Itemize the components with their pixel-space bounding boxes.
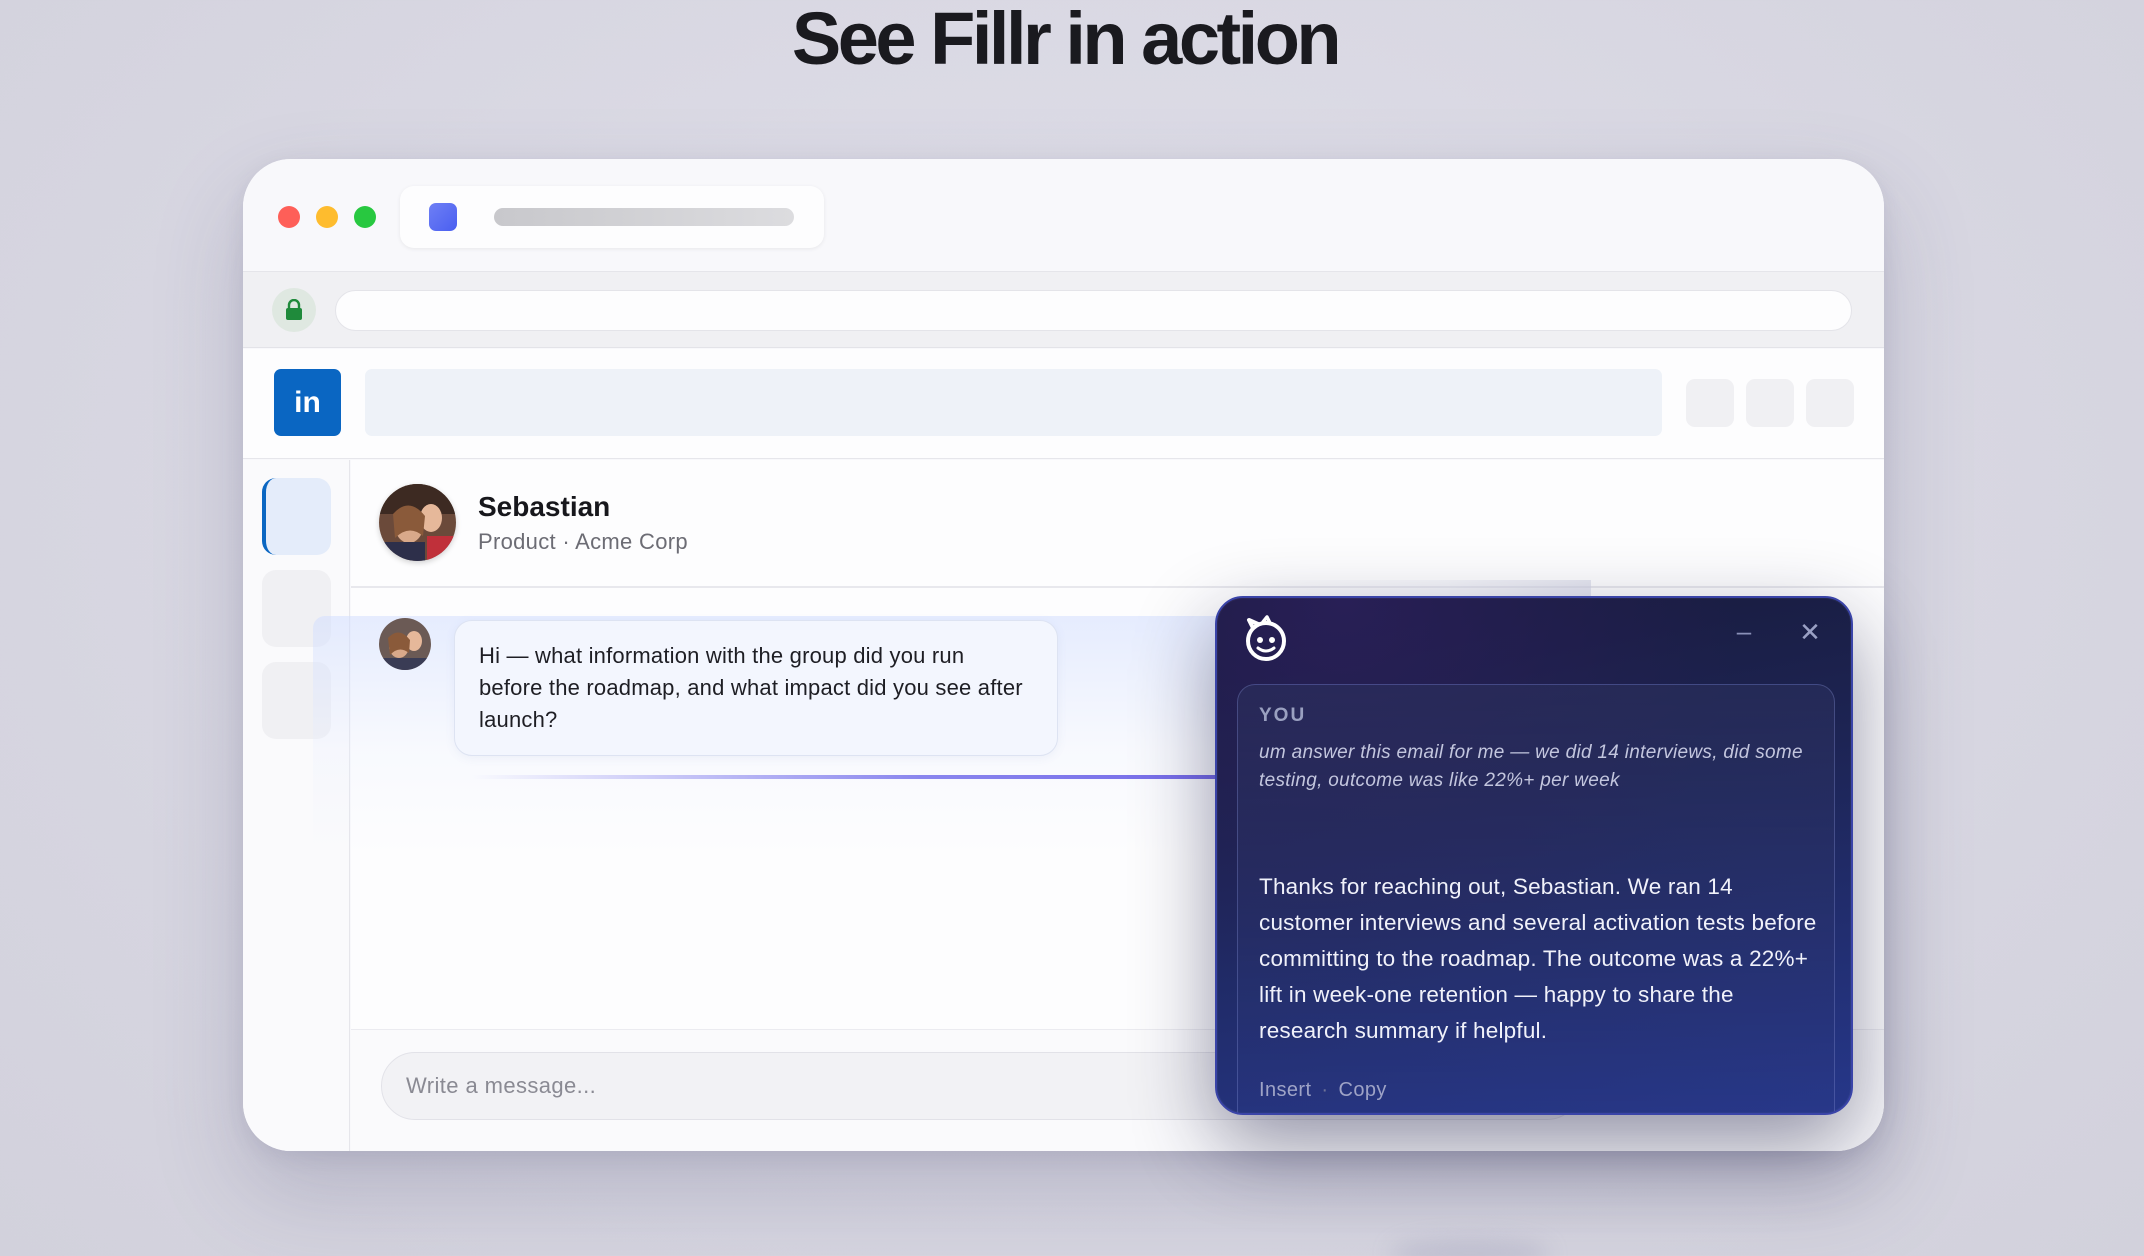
maximize-window-button[interactable]	[354, 206, 376, 228]
lock-icon	[272, 288, 316, 332]
page-headline: See Fillr in action	[791, 0, 1342, 80]
user-prompt: um answer this email for me — we did 14 …	[1259, 742, 1803, 791]
minimize-window-button[interactable]	[316, 206, 338, 228]
response-actions: Insert · Copy	[1259, 1079, 1387, 1102]
header-action-button-3[interactable]	[1806, 379, 1854, 427]
fillr-logo-icon	[1241, 614, 1291, 664]
browser-titlebar	[243, 159, 1884, 271]
header-action-button-1[interactable]	[1686, 379, 1734, 427]
close-panel-button[interactable]: ✕	[1795, 618, 1825, 648]
floor-shadow	[1390, 1238, 1550, 1256]
header-action-button-2[interactable]	[1746, 379, 1794, 427]
insert-button[interactable]: Insert	[1259, 1079, 1311, 1101]
contact-header: Sebastian Product · Acme Corp	[351, 460, 1884, 588]
close-window-button[interactable]	[278, 206, 300, 228]
user-label: YOU	[1259, 705, 1307, 726]
app-search-bar[interactable]	[365, 369, 1662, 436]
assistant-response: Thanks for reaching out, Sebastian. We r…	[1259, 874, 1817, 1043]
fillr-assistant-panel: – ✕ YOU um answer this email for me — we…	[1215, 596, 1853, 1115]
contact-name: Sebastian	[478, 491, 611, 522]
rail-item-active[interactable]	[262, 478, 331, 555]
url-input[interactable]	[335, 290, 1852, 331]
assistant-card: YOU um answer this email for me — we did…	[1237, 684, 1835, 1113]
copy-button[interactable]: Copy	[1338, 1079, 1386, 1101]
browser-tab[interactable]	[400, 186, 824, 248]
app-square-icon	[429, 203, 457, 231]
address-bar-row	[243, 271, 1884, 348]
contact-avatar[interactable]	[379, 484, 456, 561]
incoming-message: Hi — what information with the group did…	[454, 620, 1058, 756]
contact-subtitle: Product · Acme Corp	[478, 529, 688, 554]
minimize-panel-button[interactable]: –	[1729, 618, 1759, 648]
sender-avatar	[379, 618, 431, 670]
action-separator: ·	[1321, 1079, 1329, 1101]
app-header: in	[243, 349, 1884, 459]
linkedin-logo[interactable]: in	[274, 369, 341, 436]
tab-title-placeholder	[494, 208, 794, 226]
